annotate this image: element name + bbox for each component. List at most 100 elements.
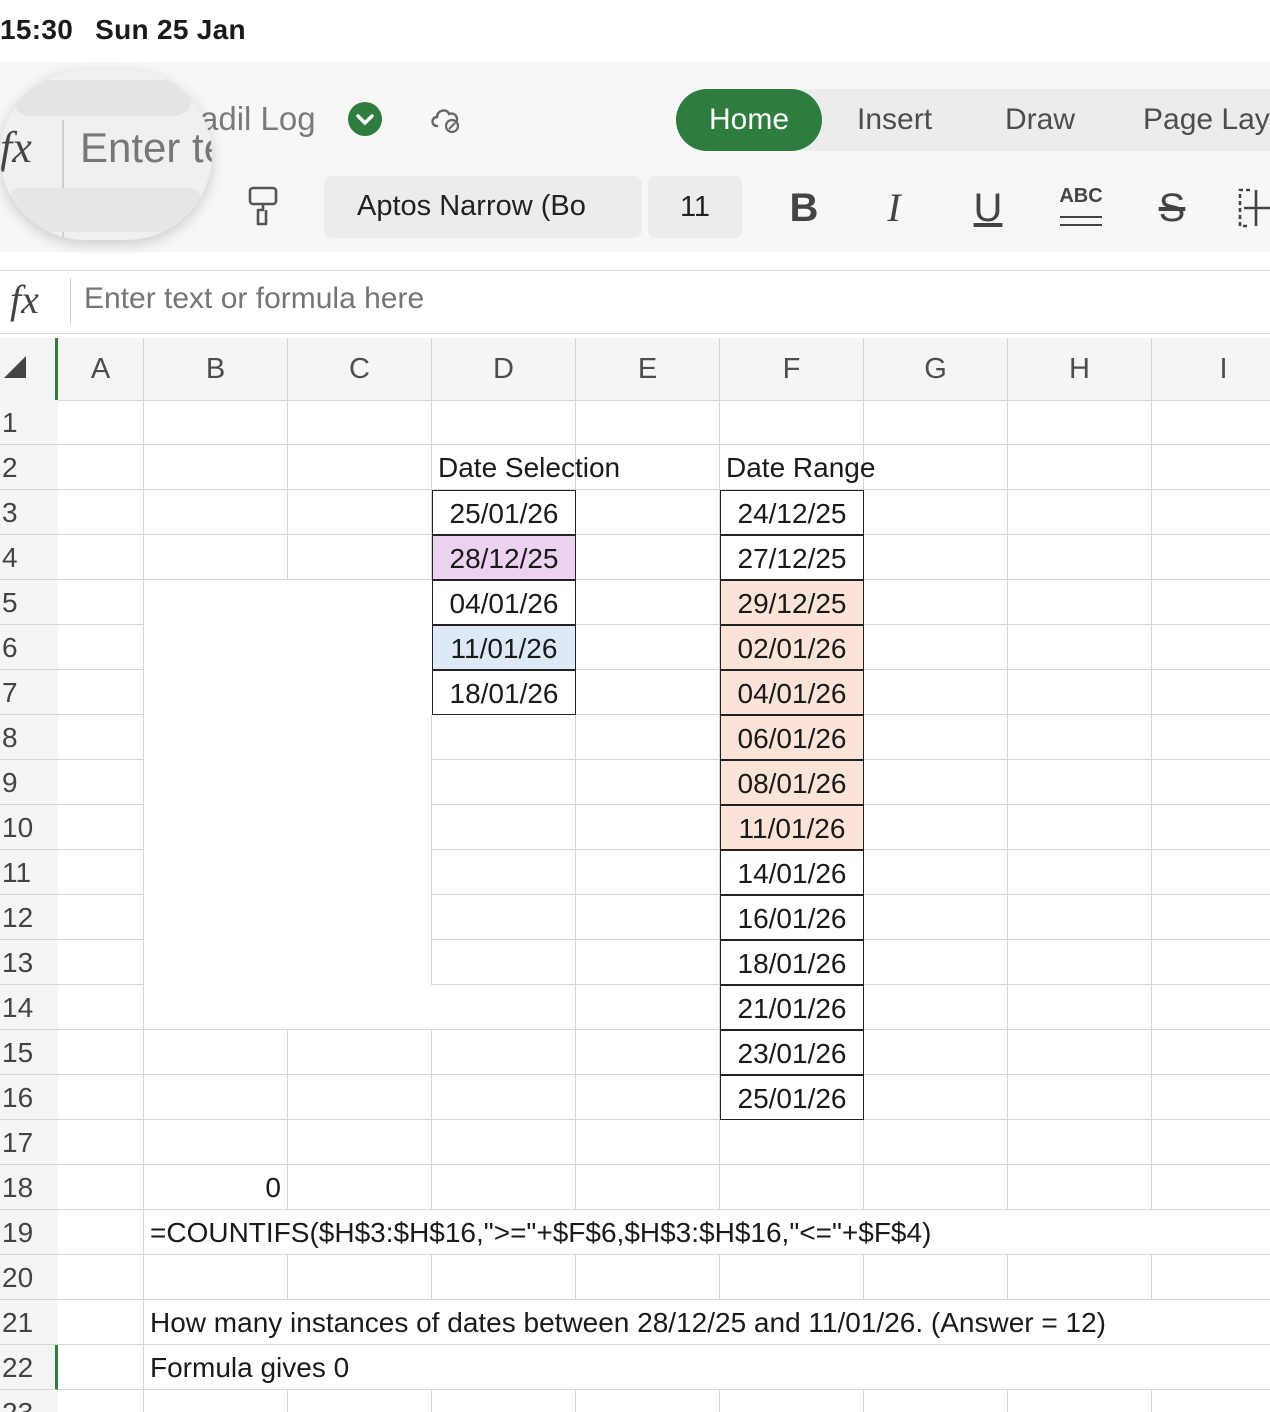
row-header-13[interactable]: 13 (0, 940, 58, 985)
cell-i3[interactable] (1152, 490, 1270, 535)
cell-e15[interactable] (576, 1030, 720, 1075)
strikethrough-button[interactable]: S (1146, 182, 1198, 234)
cell-a3[interactable] (58, 490, 144, 535)
spelling-button[interactable]: ABC (1054, 182, 1108, 234)
cell-c14[interactable] (288, 985, 432, 1030)
cell-f2-header[interactable]: Date Range (720, 445, 875, 490)
cell-b7[interactable] (144, 670, 288, 715)
cell-d4[interactable]: 28/12/25 (432, 535, 576, 580)
cell-a6[interactable] (58, 625, 144, 670)
cell-a1[interactable] (58, 400, 144, 445)
cell-d5[interactable]: 04/01/26 (432, 580, 576, 625)
cell-i16[interactable] (1152, 1075, 1270, 1120)
cell-c18[interactable] (288, 1165, 432, 1210)
cell-c16[interactable] (288, 1075, 432, 1120)
column-header-a[interactable]: A (58, 338, 144, 400)
cell-a4[interactable] (58, 535, 144, 580)
cell-e5[interactable] (576, 580, 720, 625)
row-header-8[interactable]: 8 (0, 715, 58, 760)
cell-i13[interactable] (1152, 940, 1270, 985)
cell-d22[interactable] (432, 1345, 576, 1390)
cell-i20[interactable] (1152, 1255, 1270, 1300)
cell-e18[interactable] (576, 1165, 720, 1210)
cell-g4[interactable] (864, 535, 1008, 580)
cell-h20[interactable] (1008, 1255, 1152, 1300)
cell-b17[interactable] (144, 1120, 288, 1165)
cell-g14[interactable] (864, 985, 1008, 1030)
cell-f7[interactable]: 04/01/26 (720, 670, 864, 715)
cell-f3[interactable]: 24/12/25 (720, 490, 864, 535)
cell-f13[interactable]: 18/01/26 (720, 940, 864, 985)
cell-c5[interactable] (288, 580, 432, 625)
underline-button[interactable]: U (962, 182, 1014, 234)
cell-e13[interactable] (576, 940, 720, 985)
cell-b2[interactable] (144, 445, 288, 490)
cell-f14[interactable]: 21/01/26 (720, 985, 864, 1030)
cell-i5[interactable] (1152, 580, 1270, 625)
cell-e20[interactable] (576, 1255, 720, 1300)
cell-i15[interactable] (1152, 1030, 1270, 1075)
cell-e14[interactable] (576, 985, 720, 1030)
row-header-21[interactable]: 21 (0, 1300, 58, 1345)
cell-b10[interactable] (144, 805, 288, 850)
cell-i18[interactable] (1152, 1165, 1270, 1210)
cell-a14[interactable] (58, 985, 144, 1030)
cell-h14[interactable] (1008, 985, 1152, 1030)
cell-b12[interactable] (144, 895, 288, 940)
formula-input[interactable] (84, 282, 884, 316)
column-header-c[interactable]: C (288, 338, 432, 400)
cell-b18[interactable]: 0 (144, 1165, 288, 1210)
cell-f11[interactable]: 14/01/26 (720, 850, 864, 895)
column-header-i[interactable]: I (1152, 338, 1270, 400)
cell-e23[interactable] (576, 1390, 720, 1412)
cell-b21-question[interactable]: How many instances of dates between 28/1… (144, 1300, 1106, 1345)
column-header-f[interactable]: F (720, 338, 864, 400)
cell-a20[interactable] (58, 1255, 144, 1300)
cell-i22[interactable] (1152, 1345, 1270, 1390)
cell-d8[interactable] (432, 715, 576, 760)
cell-d1[interactable] (432, 400, 576, 445)
cell-h18[interactable] (1008, 1165, 1152, 1210)
cell-g2[interactable] (864, 445, 1008, 490)
cell-a2[interactable] (58, 445, 144, 490)
cell-g6[interactable] (864, 625, 1008, 670)
row-header-14[interactable]: 14 (0, 985, 58, 1030)
cell-c10[interactable] (288, 805, 432, 850)
cell-c23[interactable] (288, 1390, 432, 1412)
cell-h1[interactable] (1008, 400, 1152, 445)
cell-a22[interactable] (58, 1345, 144, 1390)
cell-g9[interactable] (864, 760, 1008, 805)
cell-g7[interactable] (864, 670, 1008, 715)
cell-a21[interactable] (58, 1300, 144, 1345)
cell-b6[interactable] (144, 625, 288, 670)
cell-i7[interactable] (1152, 670, 1270, 715)
cell-f15[interactable]: 23/01/26 (720, 1030, 864, 1075)
cell-d14[interactable] (432, 985, 576, 1030)
cell-a13[interactable] (58, 940, 144, 985)
cell-h17[interactable] (1008, 1120, 1152, 1165)
cell-d23[interactable] (432, 1390, 576, 1412)
cell-e7[interactable] (576, 670, 720, 715)
row-header-22[interactable]: 22 (0, 1345, 58, 1390)
cell-d10[interactable] (432, 805, 576, 850)
italic-button[interactable]: I (868, 182, 920, 234)
row-header-2[interactable]: 2 (0, 445, 58, 490)
cell-h7[interactable] (1008, 670, 1152, 715)
cell-i1[interactable] (1152, 400, 1270, 445)
cell-i19[interactable] (1152, 1210, 1270, 1255)
cell-d2-header[interactable]: Date Selection (432, 445, 620, 490)
cell-i10[interactable] (1152, 805, 1270, 850)
saved-check-icon[interactable] (348, 102, 382, 136)
cell-e22[interactable] (576, 1345, 720, 1390)
cell-b16[interactable] (144, 1075, 288, 1120)
cell-e8[interactable] (576, 715, 720, 760)
cell-h23[interactable] (1008, 1390, 1152, 1412)
cell-c20[interactable] (288, 1255, 432, 1300)
row-header-23[interactable]: 23 (0, 1390, 58, 1412)
cell-b9[interactable] (144, 760, 288, 805)
function-fx-icon[interactable]: fx (10, 276, 39, 323)
cell-d13[interactable] (432, 940, 576, 985)
cell-a15[interactable] (58, 1030, 144, 1075)
cell-g11[interactable] (864, 850, 1008, 895)
cell-d16[interactable] (432, 1075, 576, 1120)
